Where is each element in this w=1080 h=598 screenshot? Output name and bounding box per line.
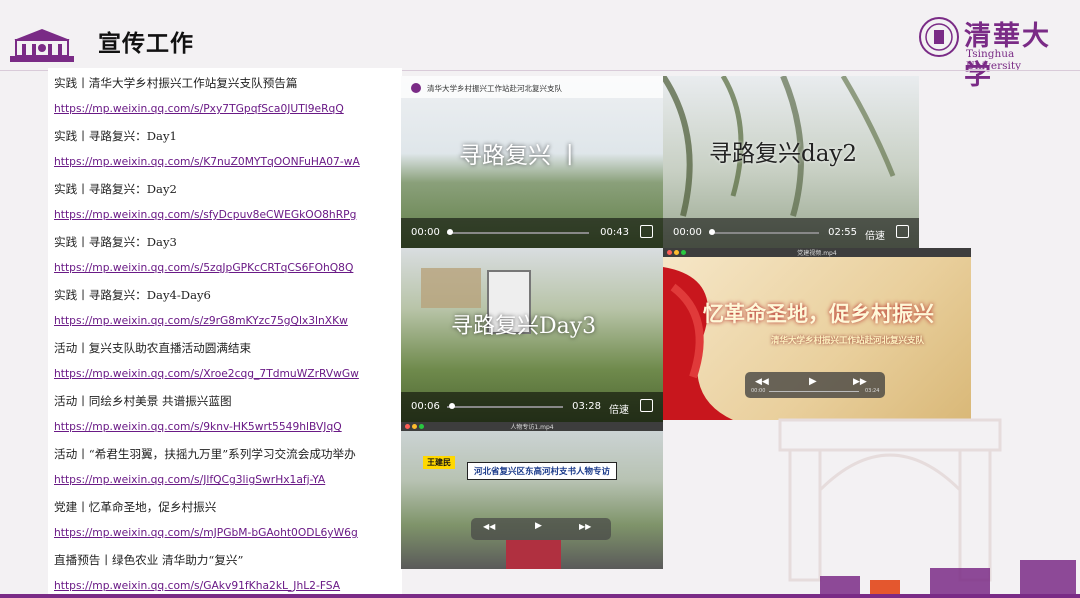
article-title: 实践丨寻路复兴：Day3 xyxy=(54,235,177,249)
article-title: 实践丨寻路复兴：Day1 xyxy=(54,129,177,143)
article-list: 实践丨清华大学乡村振兴工作站复兴支队预告篇 https://mp.weixin.… xyxy=(48,68,402,598)
article-link[interactable]: https://mp.weixin.qq.com/s/GAkv91fKha2kL… xyxy=(54,579,340,592)
rewind-icon[interactable]: ◀◀ xyxy=(483,522,495,531)
video-title: 寻路复兴 丨 xyxy=(459,143,582,169)
fullscreen-icon[interactable] xyxy=(640,399,653,412)
article-title: 活动丨“希君生羽翼，扶摇九万里”系列学习交流会成功举办 xyxy=(54,447,356,461)
current-time: 00:00 xyxy=(673,227,702,238)
name-tag: 王建民 xyxy=(423,456,455,469)
video-controls: 00:00 02:55 倍速 xyxy=(663,218,919,248)
progress-bar[interactable] xyxy=(447,232,589,234)
window-title: 人物专访1.mp4 xyxy=(510,424,554,431)
video-caption: 清华大学乡村振兴工作站赴河北复兴支队 xyxy=(427,84,562,93)
article-link[interactable]: https://mp.weixin.qq.com/s/9knv-HK5wrt55… xyxy=(54,420,342,433)
article-title: 实践丨清华大学乡村振兴工作站复兴支队预告篇 xyxy=(54,76,298,90)
article-title: 实践丨寻路复兴：Day4-Day6 xyxy=(54,288,211,302)
progress-knob[interactable] xyxy=(449,403,455,409)
duration: 03:28 xyxy=(572,401,601,412)
speed-button[interactable]: 倍速 xyxy=(865,227,885,242)
video-title: 寻路复兴day2 xyxy=(709,141,858,167)
article-title: 实践丨寻路复兴：Day2 xyxy=(54,182,177,196)
video-subtitle: 清华大学乡村振兴工作站赴河北复兴支队 xyxy=(771,336,925,346)
article-link[interactable]: https://mp.weixin.qq.com/s/sfyDcpuv8eCWE… xyxy=(54,208,356,221)
gate-illustration xyxy=(778,418,1076,598)
video-headline: 河北省复兴区东高河村支书人物专访 xyxy=(467,462,618,480)
tsinghua-gate-logo xyxy=(10,29,74,62)
fullscreen-icon[interactable] xyxy=(896,225,909,238)
article-link[interactable]: https://mp.weixin.qq.com/s/JlfQCg3ligSwr… xyxy=(54,473,325,486)
video-player-2[interactable]: 寻路复兴day2 00:00 02:55 倍速 xyxy=(663,76,919,248)
article-link[interactable]: https://mp.weixin.qq.com/s/Pxy7TGpqfSca0… xyxy=(54,102,344,115)
video-controls: 00:00 00:43 xyxy=(401,218,663,248)
progress-knob[interactable] xyxy=(709,229,715,235)
duration: 00:43 xyxy=(600,227,629,238)
tsinghua-seal-icon xyxy=(411,83,421,93)
article-title: 党建丨忆革命圣地，促乡村振兴 xyxy=(54,500,217,514)
article-link[interactable]: https://mp.weixin.qq.com/s/mJPGbM-bGAoht… xyxy=(54,526,358,539)
fullscreen-icon[interactable] xyxy=(640,225,653,238)
duration: 02:55 xyxy=(828,227,857,238)
video-title: 寻路复兴Day3 xyxy=(451,314,597,339)
article-title: 活动丨复兴支队助农直播活动圆满结束 xyxy=(54,341,252,355)
window-title: 党建视频.mp4 xyxy=(797,250,837,257)
progress-bar[interactable] xyxy=(709,232,819,234)
forward-icon[interactable]: ▶▶ xyxy=(579,522,591,531)
tsinghua-brand: 清華大学 Tsinghua University xyxy=(918,14,1068,91)
current-time: 00:00 xyxy=(411,227,440,238)
brand-name-en: Tsinghua University xyxy=(966,48,1022,72)
video-player-3[interactable]: 寻路复兴Day3 00:06 03:28 倍速 xyxy=(401,248,663,422)
article-link[interactable]: https://mp.weixin.qq.com/s/K7nuZ0MYTqOON… xyxy=(54,155,360,168)
play-icon[interactable]: ▶ xyxy=(535,521,542,531)
tsinghua-seal-icon xyxy=(919,17,959,57)
speed-button[interactable]: 倍速 xyxy=(609,401,629,416)
footer-bar xyxy=(0,594,1080,598)
video-player-1[interactable]: 清华大学乡村振兴工作站赴河北复兴支队 寻路复兴 丨 00:00 00:43 xyxy=(401,76,663,248)
video-player-5[interactable]: 人物专访1.mp4 王建民 河北省复兴区东高河村支书人物专访 ◀◀ ▶ ▶▶ xyxy=(401,422,663,569)
article-title: 活动丨同绘乡村美景 共谱振兴蓝图 xyxy=(54,394,232,408)
video-headline: 忆革命圣地，促乡村振兴 xyxy=(703,301,934,326)
red-road xyxy=(506,540,561,569)
article-title: 直播预告丨绿色农业 清华助力“复兴” xyxy=(54,553,244,567)
progress-bar[interactable] xyxy=(447,406,563,408)
article-link[interactable]: https://mp.weixin.qq.com/s/z9rG8mKYzc75g… xyxy=(54,314,348,327)
floating-controls: ◀◀ ▶ ▶▶ xyxy=(471,518,611,540)
slide-header: 宣传工作 清華大学 Tsinghua University xyxy=(0,0,1080,91)
current-time: 00:06 xyxy=(411,401,440,412)
page-title: 宣传工作 xyxy=(98,31,194,57)
article-link[interactable]: https://mp.weixin.qq.com/s/Xroe2cqg_7Tdm… xyxy=(54,367,359,380)
stand-canopy xyxy=(421,268,481,308)
progress-knob[interactable] xyxy=(447,229,453,235)
article-link[interactable]: https://mp.weixin.qq.com/s/5zqJpGPKcCRTq… xyxy=(54,261,353,274)
video-controls: 00:06 03:28 倍速 xyxy=(401,392,663,422)
